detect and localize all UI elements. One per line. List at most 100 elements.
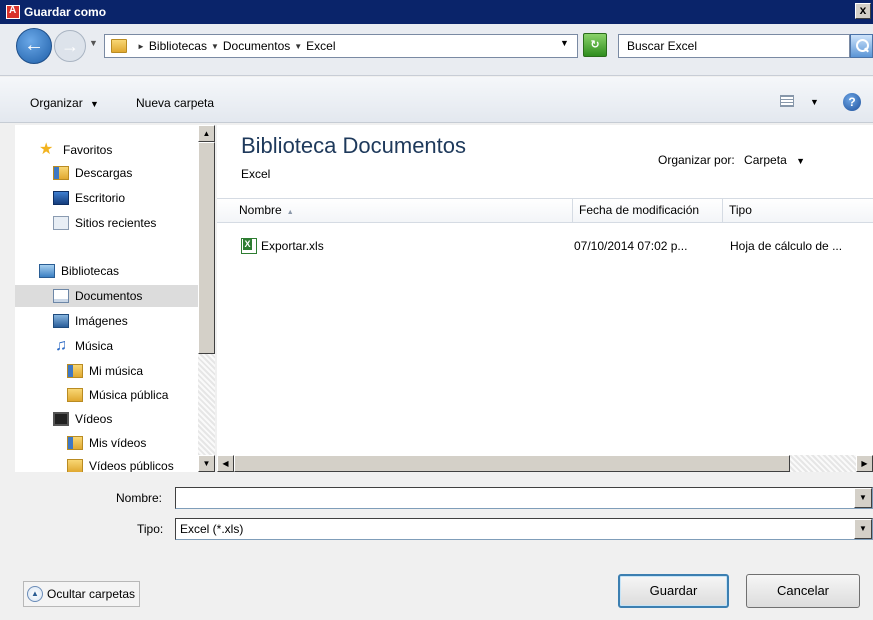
nav-bibliotecas[interactable]: Bibliotecas: [39, 260, 119, 282]
navigation-pane[interactable]: ★ Favoritos Descargas Escritorio Sitios r…: [15, 125, 198, 472]
scroll-up-icon[interactable]: ▲: [198, 125, 215, 142]
file-name: Exportar.xls: [261, 239, 324, 253]
scrollbar-thumb[interactable]: [198, 142, 215, 354]
nav-documentos[interactable]: Documentos: [15, 285, 198, 307]
video-film-icon: [53, 412, 69, 426]
breadcrumb-separator-icon[interactable]: ▼: [211, 42, 219, 51]
column-header-modified[interactable]: Fecha de modificación: [573, 199, 723, 222]
nav-label: Mi música: [89, 364, 144, 378]
chevron-down-icon[interactable]: ▼: [854, 488, 872, 508]
filetype-label: Tipo:: [137, 522, 163, 536]
breadcrumb-bibliotecas[interactable]: Bibliotecas: [149, 39, 207, 53]
file-row[interactable]: Exportar.xls 07/10/2014 07:02 p... Hoja …: [217, 235, 873, 257]
column-header-type[interactable]: Tipo: [723, 199, 873, 222]
column-header-name[interactable]: Nombre ▲: [233, 199, 573, 222]
nav-label: Escritorio: [75, 191, 126, 205]
folder-icon: [67, 459, 83, 472]
pictures-icon: [53, 314, 69, 328]
nav-label: Vídeos públicos: [89, 459, 174, 472]
arrange-label: Organizar por:: [658, 153, 735, 167]
back-button[interactable]: ←: [16, 28, 52, 64]
video-folder-icon: [67, 436, 83, 450]
documents-icon: [53, 289, 69, 303]
new-folder-button[interactable]: Nueva carpeta: [136, 96, 214, 110]
nav-favoritos[interactable]: ★ Favoritos: [39, 139, 112, 161]
nav-videos-publicos[interactable]: Vídeos públicos: [67, 455, 174, 472]
libraries-icon: [39, 264, 55, 278]
nav-musica[interactable]: ♫ Música: [53, 335, 113, 357]
scrollbar-thumb[interactable]: [234, 455, 790, 472]
nav-mis-videos[interactable]: Mis vídeos: [67, 432, 146, 454]
arrange-value[interactable]: Carpeta: [744, 153, 787, 167]
toolbar: Organizar ▼ Nueva carpeta ▼ ?: [0, 77, 873, 123]
nav-descargas[interactable]: Descargas: [53, 162, 132, 184]
nav-mi-musica[interactable]: Mi música: [67, 360, 143, 382]
title-bar: Guardar como x: [0, 0, 873, 24]
views-icon[interactable]: [780, 95, 794, 107]
chevron-down-icon[interactable]: ▼: [796, 156, 805, 166]
file-type: Hoja de cálculo de ...: [730, 239, 843, 253]
navigation-pane-scrollbar[interactable]: ▲ ▼: [198, 125, 215, 472]
collapse-up-icon: ▲: [27, 586, 43, 602]
organize-label: Organizar: [30, 96, 83, 110]
nav-imagenes[interactable]: Imágenes: [53, 310, 128, 332]
file-modified: 07/10/2014 07:02 p...: [574, 239, 688, 253]
nav-videos[interactable]: Vídeos: [53, 408, 112, 430]
hide-folders-button[interactable]: ▲ Ocultar carpetas: [23, 581, 141, 607]
nav-label: Mis vídeos: [89, 436, 147, 450]
hide-folders-label: Ocultar carpetas: [47, 587, 136, 601]
recent-places-icon: [53, 216, 69, 230]
forward-button[interactable]: →: [54, 30, 86, 62]
desktop-icon: [53, 191, 69, 205]
library-subtitle: Excel: [241, 167, 271, 181]
chevron-down-icon[interactable]: ▼: [854, 519, 872, 539]
breadcrumb-separator-icon[interactable]: ▼: [294, 42, 302, 51]
save-button[interactable]: Guardar: [618, 574, 729, 608]
filetype-select[interactable]: Excel (*.xls) ▼: [175, 518, 873, 540]
library-title: Biblioteca Documentos: [241, 133, 467, 158]
nav-label: Bibliotecas: [61, 264, 120, 278]
search-input[interactable]: Buscar Excel: [618, 34, 850, 58]
filename-input[interactable]: ▼: [175, 487, 873, 509]
nav-label: Música pública: [89, 388, 169, 402]
cancel-button[interactable]: Cancelar: [746, 574, 860, 608]
breadcrumb-documentos[interactable]: Documentos: [223, 39, 290, 53]
filename-label: Nombre:: [116, 491, 162, 505]
breadcrumb-separator-icon[interactable]: ►: [137, 42, 145, 51]
folder-icon: [111, 39, 127, 53]
folder-icon: [67, 388, 83, 402]
address-history-dropdown-icon[interactable]: ▼: [560, 38, 569, 48]
nav-musica-publica[interactable]: Música pública: [67, 384, 168, 406]
nav-sitios-recientes[interactable]: Sitios recientes: [53, 212, 156, 234]
music-folder-icon: [67, 364, 83, 378]
help-icon[interactable]: ?: [843, 93, 861, 111]
nav-label: Vídeos: [75, 412, 113, 426]
address-bar[interactable]: ► Bibliotecas ▼ Documentos ▼ Excel: [104, 34, 578, 58]
chevron-down-icon: ▼: [90, 99, 99, 109]
recent-pages-dropdown[interactable]: ▼: [89, 38, 99, 48]
star-icon: ★: [39, 141, 54, 158]
nav-label: Música: [75, 339, 114, 353]
scroll-right-icon[interactable]: ▶: [856, 455, 873, 472]
nav-label: Favoritos: [63, 143, 113, 157]
filetype-value: Excel (*.xls): [180, 522, 244, 536]
organize-menu[interactable]: Organizar ▼: [30, 96, 99, 110]
window-title: Guardar como: [24, 5, 107, 19]
file-list-pane[interactable]: Biblioteca Documentos Excel Organizar po…: [217, 125, 873, 472]
breadcrumb-excel[interactable]: Excel: [306, 39, 335, 53]
scroll-left-icon[interactable]: ◀: [217, 455, 234, 472]
close-button[interactable]: x: [855, 3, 871, 19]
scroll-down-icon[interactable]: ▼: [198, 455, 215, 472]
nav-label: Documentos: [75, 289, 143, 303]
nav-label: Descargas: [75, 166, 133, 180]
label-text: Tipo:: [137, 522, 164, 536]
arrange-by-control[interactable]: Organizar por: Carpeta ▼: [658, 153, 805, 167]
refresh-button[interactable]: ↻: [583, 33, 607, 57]
music-note-icon: ♫: [55, 337, 67, 354]
search-icon[interactable]: [850, 34, 873, 58]
nav-label: Sitios recientes: [75, 216, 157, 230]
excel-file-icon: [241, 238, 257, 254]
nav-escritorio[interactable]: Escritorio: [53, 187, 125, 209]
file-list-scrollbar[interactable]: ◀ ▶: [217, 455, 873, 472]
views-dropdown-icon[interactable]: ▼: [810, 97, 819, 107]
